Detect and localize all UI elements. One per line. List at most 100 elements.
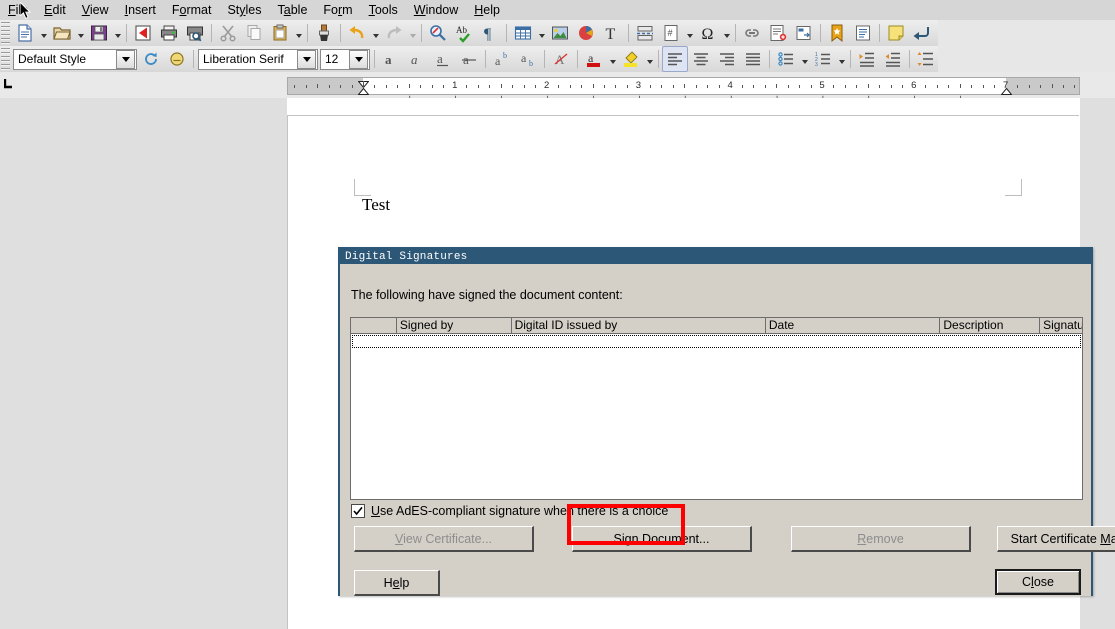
insert-image-icon[interactable] <box>547 20 573 46</box>
subscript-icon[interactable]: ab <box>515 46 541 72</box>
field-dropdown-arrow[interactable] <box>684 21 695 45</box>
copy-icon[interactable] <box>241 20 267 46</box>
open-folder-icon[interactable] <box>49 20 75 46</box>
unordered-list-icon[interactable] <box>773 46 799 72</box>
line-spacing-icon[interactable] <box>913 46 939 72</box>
sign-document-button[interactable]: Sign Document... <box>572 526 752 552</box>
paste-clipboard-icon[interactable] <box>267 20 293 46</box>
font-name-combobox[interactable]: Liberation Serif <box>198 49 318 70</box>
new-document-dropdown-arrow[interactable] <box>38 21 49 45</box>
align-center-icon[interactable] <box>688 46 714 72</box>
highlighting-color-icon[interactable] <box>618 46 644 72</box>
left-indent-marker[interactable] <box>358 88 369 95</box>
export-pdf-icon[interactable] <box>130 20 156 46</box>
cut-scissors-icon[interactable] <box>215 20 241 46</box>
bold-icon[interactable]: a <box>378 46 404 72</box>
start-certificate-manager-button[interactable]: Start Certificate Manager... <box>997 526 1115 552</box>
underline-icon[interactable]: a <box>430 46 456 72</box>
open-dropdown-arrow[interactable] <box>75 21 86 45</box>
table-column-header[interactable]: Signed by <box>397 318 512 333</box>
table-dropdown-arrow[interactable] <box>536 21 547 45</box>
close-button[interactable]: Close <box>995 569 1081 595</box>
table-column-header[interactable]: Digital ID issued by <box>512 318 766 333</box>
clear-formatting-icon[interactable]: A <box>548 46 574 72</box>
table-column-header[interactable]: Description <box>940 318 1040 333</box>
dialog-title-bar[interactable]: Digital Signatures <box>340 249 1091 264</box>
left-tab-stop-icon[interactable] <box>4 78 15 89</box>
signatures-table[interactable]: Signed byDigital ID issued byDateDescrip… <box>350 317 1083 444</box>
decrease-indent-icon[interactable] <box>880 46 906 72</box>
remove-button[interactable]: Remove <box>791 526 971 552</box>
insert-hyperlink-icon[interactable] <box>739 20 765 46</box>
menu-item-tools[interactable]: Tools <box>361 0 406 20</box>
toolbar-grip[interactable] <box>1 22 10 44</box>
table-column-header[interactable]: Date <box>766 318 941 333</box>
ordered-list-icon[interactable]: 123 <box>810 46 836 72</box>
new-style-icon[interactable] <box>164 46 190 72</box>
menu-item-table[interactable]: Table <box>270 0 316 20</box>
undo-arrow-icon[interactable] <box>344 20 370 46</box>
paste-dropdown-arrow[interactable] <box>293 21 304 45</box>
superscript-icon[interactable]: ab <box>489 46 515 72</box>
font-size-dropdown-arrow[interactable] <box>349 50 368 69</box>
find-replace-icon[interactable] <box>425 20 451 46</box>
ades-checkbox-row[interactable]: Use AdES-compliant signature when there … <box>351 504 668 518</box>
horizontal-ruler[interactable]: 1234567⊥⊥⊥⊥⊥⊥⊥⊥⊥⊥⊥⊥⊥ <box>287 77 1080 95</box>
menu-item-help[interactable]: Help <box>466 0 508 20</box>
special-character-omega-icon[interactable]: Ω <box>695 20 721 46</box>
align-justified-icon[interactable] <box>740 46 766 72</box>
menu-item-format[interactable]: Format <box>164 0 220 20</box>
menu-item-styles[interactable]: Styles <box>219 0 269 20</box>
highlighting-color-dropdown-arrow[interactable] <box>644 47 655 71</box>
menu-item-insert[interactable]: Insert <box>117 0 164 20</box>
special-character-dropdown-arrow[interactable] <box>721 21 732 45</box>
font-size-combobox[interactable]: 12 <box>320 49 370 70</box>
insert-table-icon[interactable] <box>510 20 536 46</box>
paragraph-style-combobox[interactable]: Default Style <box>13 49 137 70</box>
clone-formatting-brush-icon[interactable] <box>311 20 337 46</box>
insert-field-icon[interactable]: # <box>658 20 684 46</box>
undo-dropdown-arrow[interactable] <box>370 21 381 45</box>
align-left-icon[interactable] <box>662 46 688 72</box>
increase-indent-icon[interactable] <box>854 46 880 72</box>
update-style-icon[interactable] <box>138 46 164 72</box>
ordered-list-dropdown-arrow[interactable] <box>836 47 847 71</box>
menu-item-view[interactable]: View <box>74 0 117 20</box>
document-body-text[interactable]: Test <box>362 194 390 216</box>
new-document-icon[interactable] <box>12 20 38 46</box>
redo-dropdown-arrow[interactable] <box>407 21 418 45</box>
view-certificate-button[interactable]: View Certificate... <box>354 526 534 552</box>
italic-icon[interactable]: a <box>404 46 430 72</box>
table-column-header[interactable] <box>351 318 397 333</box>
font-color-icon[interactable]: a <box>581 46 607 72</box>
font-color-dropdown-arrow[interactable] <box>607 47 618 71</box>
cross-reference-icon[interactable] <box>850 20 876 46</box>
toolbar-grip[interactable] <box>1 48 10 70</box>
bookmark-icon[interactable] <box>824 20 850 46</box>
page-break-icon[interactable] <box>632 20 658 46</box>
menu-item-form[interactable]: Form <box>315 0 360 20</box>
save-dropdown-arrow[interactable] <box>112 21 123 45</box>
print-preview-icon[interactable] <box>182 20 208 46</box>
spelling-check-icon[interactable]: Ab <box>451 20 477 46</box>
formatting-marks-pilcrow-icon[interactable]: ¶ <box>477 20 503 46</box>
menu-item-window[interactable]: Window <box>406 0 466 20</box>
menu-item-edit[interactable]: Edit <box>36 0 74 20</box>
paragraph-style-dropdown-arrow[interactable] <box>116 50 135 69</box>
save-icon[interactable] <box>86 20 112 46</box>
signatures-table-body[interactable] <box>350 334 1083 500</box>
menu-item-file[interactable]: File <box>0 0 36 20</box>
help-button[interactable]: Help <box>354 570 440 596</box>
strikethrough-icon[interactable]: a <box>456 46 482 72</box>
insert-text-box-icon[interactable]: T <box>599 20 625 46</box>
table-column-header[interactable]: Signature typ <box>1040 318 1082 333</box>
track-changes-icon[interactable] <box>909 20 935 46</box>
insert-chart-icon[interactable] <box>573 20 599 46</box>
unordered-list-dropdown-arrow[interactable] <box>799 47 810 71</box>
insert-footnote-icon[interactable] <box>765 20 791 46</box>
redo-arrow-icon[interactable] <box>381 20 407 46</box>
print-icon[interactable] <box>156 20 182 46</box>
ades-checkbox[interactable] <box>351 504 365 518</box>
align-right-icon[interactable] <box>714 46 740 72</box>
comment-note-icon[interactable] <box>883 20 909 46</box>
